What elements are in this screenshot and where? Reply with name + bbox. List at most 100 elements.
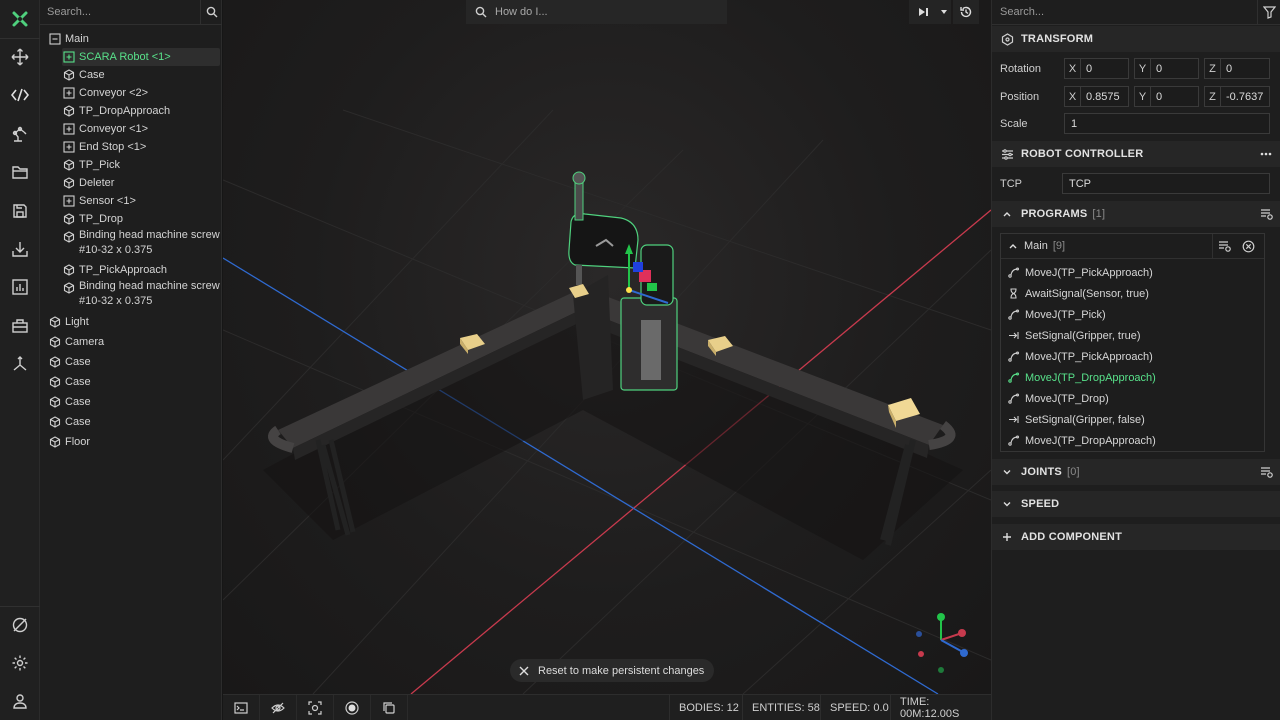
program-command-row[interactable]: SetSignal(Gripper, false)	[1001, 409, 1264, 430]
toolbox-icon[interactable]	[0, 307, 40, 345]
import-icon[interactable]	[0, 230, 40, 268]
eye-off-icon[interactable]	[260, 695, 297, 720]
focus-icon[interactable]	[297, 695, 334, 720]
expand-box-icon[interactable]	[62, 141, 75, 154]
program-command-row[interactable]: MoveJ(TP_Pick)	[1001, 304, 1264, 325]
joint-list-icon[interactable]	[1259, 465, 1273, 479]
position-y-field[interactable]: Y	[1134, 86, 1199, 107]
chevron-up-icon[interactable]	[1000, 207, 1014, 221]
tree-item-label: End Stop <1>	[79, 141, 147, 153]
tree-item[interactable]: TP_Drop	[62, 210, 220, 228]
save-icon[interactable]	[0, 192, 40, 230]
tree-item[interactable]: TP_PickApproach	[62, 261, 220, 279]
program-command-row[interactable]: SetSignal(Gripper, true)	[1001, 325, 1264, 346]
tree-item[interactable]: SCARA Robot <1>	[62, 48, 220, 66]
add-component-button[interactable]: ADD COMPONENT	[992, 524, 1280, 550]
chevron-down-icon[interactable]	[937, 0, 951, 24]
program-command-row[interactable]: AwaitSignal(Sensor, true)	[1001, 283, 1264, 304]
chevron-up-icon[interactable]	[1008, 241, 1018, 251]
folder-icon[interactable]	[0, 153, 40, 191]
program-command-row[interactable]: MoveJ(TP_DropApproach)	[1001, 367, 1264, 388]
tree-item[interactable]: Camera	[48, 333, 220, 351]
program-command-row[interactable]: MoveJ(TP_PickApproach)	[1001, 262, 1264, 283]
joints-header[interactable]: JOINTS [0]	[992, 459, 1280, 485]
no-sync-icon[interactable]	[0, 606, 40, 644]
3d-viewport[interactable]: Reset to make persistent changes	[223, 0, 991, 694]
position-x-field[interactable]: X	[1064, 86, 1129, 107]
program-command-text: MoveJ(TP_PickApproach)	[1025, 266, 1153, 279]
tree-item-label: Camera	[65, 336, 105, 348]
tree-item[interactable]: Case	[48, 373, 220, 391]
tree-search-input[interactable]	[40, 0, 198, 24]
program-command-text: MoveJ(TP_PickApproach)	[1025, 350, 1153, 363]
program-command-row[interactable]: MoveJ(TP_PickApproach)	[1001, 346, 1264, 367]
gear-icon[interactable]	[0, 644, 40, 682]
programs-header[interactable]: PROGRAMS [1]	[992, 201, 1280, 227]
collapse-box-icon[interactable]	[48, 33, 61, 46]
expand-box-icon[interactable]	[62, 51, 75, 64]
tree-item[interactable]: Main	[48, 30, 220, 48]
tree-item[interactable]: Case	[48, 413, 220, 431]
scene-tree-panel: Main SCARA Robot <1> Case Conveyor <2> TP_Dr…	[40, 0, 222, 720]
program-list-icon[interactable]	[1259, 207, 1273, 221]
clear-filter-icon[interactable]	[1257, 0, 1280, 24]
robot-arm-icon[interactable]	[0, 115, 40, 153]
copy-icon[interactable]	[371, 695, 408, 720]
more-options-icon[interactable]	[1259, 147, 1273, 161]
tree-item[interactable]: TP_DropApproach	[62, 102, 220, 120]
tree-item-label: SCARA Robot <1>	[79, 51, 171, 63]
tree-item[interactable]: TP_Pick	[62, 156, 220, 174]
position-z-field[interactable]: Z	[1204, 86, 1270, 107]
rotation-y-field[interactable]: Y	[1134, 58, 1199, 79]
program-main-header[interactable]: Main [9]	[1001, 234, 1264, 259]
transform-title: TRANSFORM	[1021, 33, 1094, 45]
program-command-text: MoveJ(TP_Drop)	[1025, 392, 1109, 405]
tree-item[interactable]: Floor	[48, 433, 220, 451]
entities-count: ENTITIES: 58	[742, 695, 829, 720]
tree-item[interactable]: Case	[48, 353, 220, 371]
transform-header[interactable]: TRANSFORM	[992, 26, 1280, 52]
close-circle-icon[interactable]	[1236, 234, 1260, 258]
tree-item[interactable]: Sensor <1>	[62, 192, 220, 210]
program-command-row[interactable]: MoveJ(TP_DropApproach)	[1001, 430, 1264, 451]
tree-item[interactable]: Light	[48, 313, 220, 331]
axes-icon[interactable]	[0, 345, 40, 383]
expand-box-icon[interactable]	[62, 87, 75, 100]
tree-item[interactable]: End Stop <1>	[62, 138, 220, 156]
user-icon[interactable]	[0, 682, 40, 720]
tree-item[interactable]: Binding head machine screw #10-32 x 0.375	[62, 228, 220, 260]
cube-icon	[62, 159, 75, 172]
history-icon[interactable]	[953, 0, 979, 24]
tree-item[interactable]: Conveyor <1>	[62, 120, 220, 138]
help-search-input[interactable]	[495, 6, 715, 18]
logo-icon[interactable]	[0, 0, 40, 38]
robot-controller-header[interactable]: ROBOT CONTROLLER	[992, 141, 1280, 167]
tree-item[interactable]: Conveyor <2>	[62, 84, 220, 102]
tree-item[interactable]: Case	[62, 66, 220, 84]
expand-box-icon[interactable]	[62, 195, 75, 208]
tree-item[interactable]: Binding head machine screw #10-32 x 0.375	[62, 279, 220, 311]
search-icon[interactable]	[200, 0, 222, 24]
tree-item[interactable]: Case	[48, 393, 220, 411]
expand-box-icon[interactable]	[62, 123, 75, 136]
move-icon[interactable]	[0, 38, 40, 76]
edit-program-icon[interactable]	[1212, 234, 1236, 258]
rotation-z-field[interactable]: Z	[1204, 58, 1270, 79]
chevron-down-icon[interactable]	[1000, 465, 1014, 479]
tcp-field[interactable]	[1062, 173, 1270, 194]
record-icon[interactable]	[334, 695, 371, 720]
scene-render	[223, 109, 991, 694]
chart-icon[interactable]	[0, 268, 40, 306]
code-icon[interactable]	[0, 76, 40, 114]
terminal-icon[interactable]	[223, 695, 260, 720]
rotation-x-field[interactable]: X	[1064, 58, 1129, 79]
tree-item[interactable]: Deleter	[62, 174, 220, 192]
scale-field[interactable]	[1064, 113, 1270, 134]
program-command-row[interactable]: MoveJ(TP_Drop)	[1001, 388, 1264, 409]
tree-item-label: Conveyor <1>	[79, 123, 149, 135]
tree-item-label: Case	[65, 356, 91, 368]
step-forward-icon[interactable]	[909, 0, 937, 24]
chevron-down-icon[interactable]	[1000, 497, 1014, 511]
inspector-search-input[interactable]	[992, 0, 1254, 24]
speed-header[interactable]: SPEED	[992, 491, 1280, 517]
